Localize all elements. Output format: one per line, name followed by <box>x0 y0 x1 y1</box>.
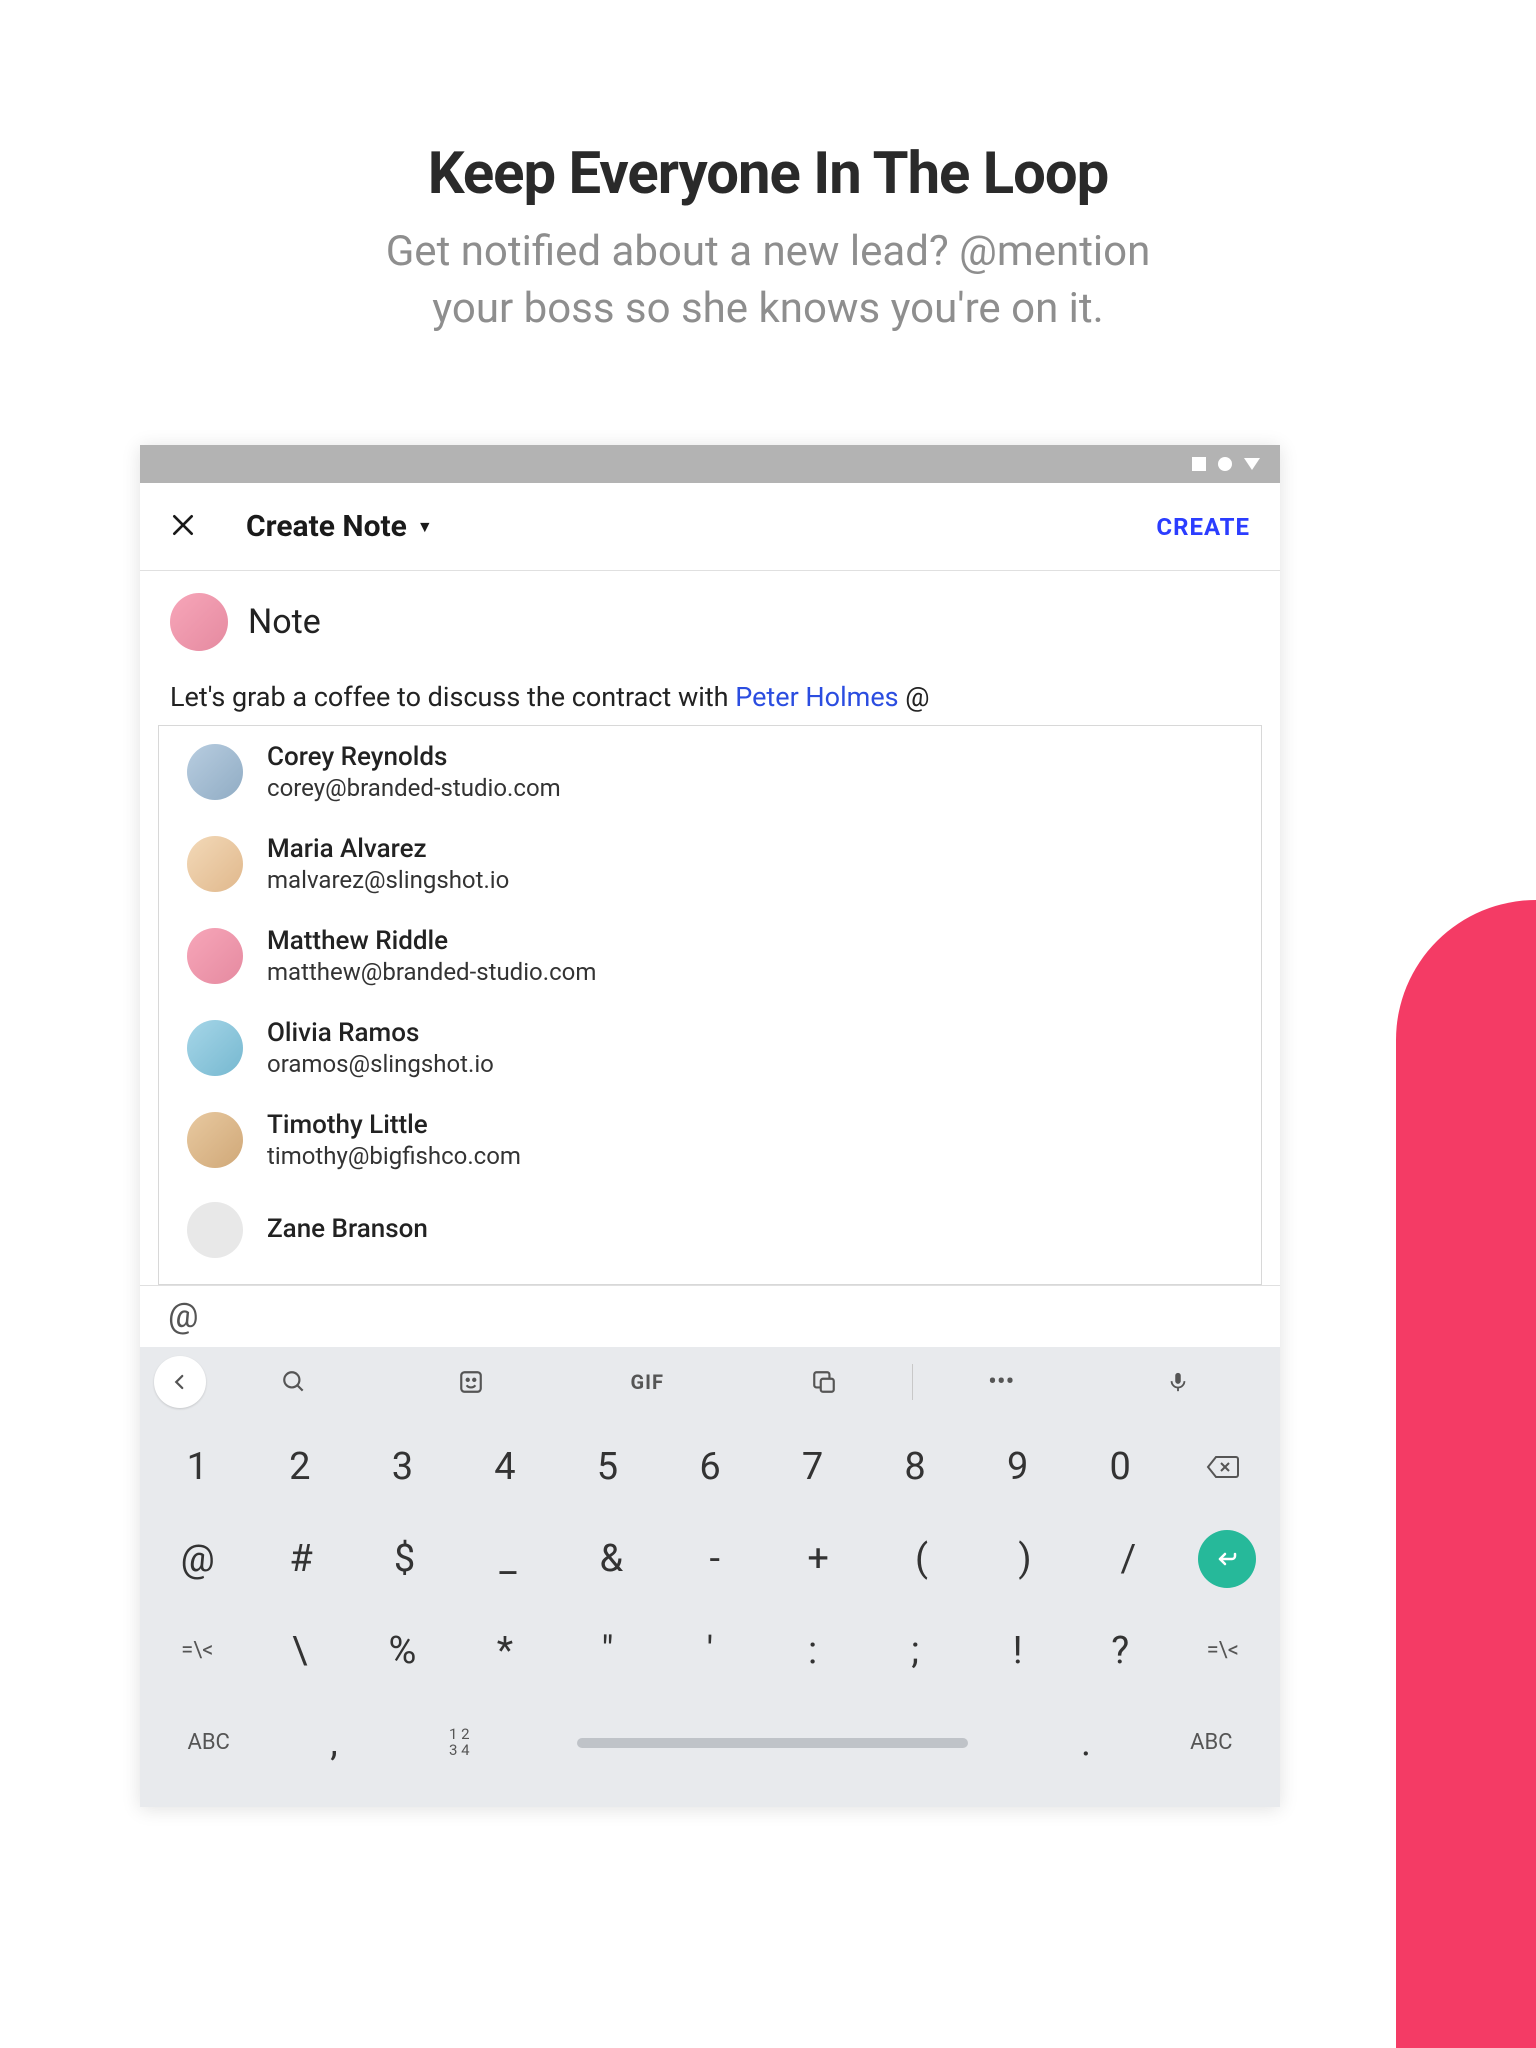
keyboard-row-3: =\< \ % * " ' : ; ! ? =\< <box>146 1609 1274 1693</box>
key-amp[interactable]: & <box>560 1517 663 1601</box>
enter-key[interactable] <box>1198 1530 1256 1588</box>
key-6[interactable]: 6 <box>659 1425 762 1509</box>
suggestion-item[interactable]: Timothy Little timothy@bigfishco.com <box>159 1094 1261 1186</box>
keyboard: GIF ••• 1 2 3 4 5 6 7 8 9 0 <box>140 1347 1280 1807</box>
note-text-after: @ <box>899 681 930 713</box>
gif-button[interactable]: GIF <box>559 1347 736 1417</box>
key-dot[interactable]: . <box>1023 1701 1148 1785</box>
keyboard-row-2: @ # $ _ & - + ( ) / <box>146 1517 1274 1601</box>
status-bar <box>140 445 1280 483</box>
suggestion-name: Olivia Ramos <box>267 1018 494 1048</box>
decorative-blob <box>1396 900 1536 2048</box>
status-triangle-icon <box>1244 458 1260 470</box>
key-plus[interactable]: + <box>766 1517 869 1601</box>
hero: Keep Everyone In The Loop Get notified a… <box>0 0 1536 337</box>
note-mention[interactable]: Peter Holmes <box>735 681 898 713</box>
key-4[interactable]: 4 <box>454 1425 557 1509</box>
key-7[interactable]: 7 <box>761 1425 864 1509</box>
key-squote[interactable]: ' <box>659 1609 762 1693</box>
key-5[interactable]: 5 <box>556 1425 659 1509</box>
key-percent[interactable]: % <box>351 1609 454 1693</box>
suggestion-name: Maria Alvarez <box>267 834 509 864</box>
suggestion-avatar <box>187 1020 243 1076</box>
key-minus[interactable]: - <box>663 1517 766 1601</box>
key-star[interactable]: * <box>454 1609 557 1693</box>
key-lparen[interactable]: ( <box>870 1517 973 1601</box>
key-at[interactable]: @ <box>146 1517 249 1601</box>
more-icon[interactable]: ••• <box>913 1347 1090 1417</box>
key-symswitch-right[interactable]: =\< <box>1171 1609 1274 1693</box>
author-avatar <box>170 593 228 651</box>
suggestion-name: Zane Branson <box>267 1214 428 1244</box>
suggestion-email: corey@branded-studio.com <box>267 774 561 802</box>
suggestion-avatar <box>187 928 243 984</box>
hero-title: Keep Everyone In The Loop <box>0 140 1536 208</box>
key-2[interactable]: 2 <box>249 1425 352 1509</box>
key-dollar[interactable]: $ <box>353 1517 456 1601</box>
key-8[interactable]: 8 <box>864 1425 967 1509</box>
key-rparen[interactable]: ) <box>973 1517 1076 1601</box>
translate-icon[interactable] <box>736 1347 913 1417</box>
key-slash[interactable]: / <box>1077 1517 1180 1601</box>
suggestion-name: Timothy Little <box>267 1110 521 1140</box>
key-3[interactable]: 3 <box>351 1425 454 1509</box>
key-9[interactable]: 9 <box>966 1425 1069 1509</box>
key-0[interactable]: 0 <box>1069 1425 1172 1509</box>
key-backslash[interactable]: \ <box>249 1609 352 1693</box>
suggestion-email: malvarez@slingshot.io <box>267 866 509 894</box>
status-square-icon <box>1192 457 1206 471</box>
suggestion-email: matthew@branded-studio.com <box>267 958 596 986</box>
suggestion-item[interactable]: Zane Branson <box>159 1186 1261 1274</box>
key-dquote[interactable]: " <box>556 1609 659 1693</box>
suggestion-email: timothy@bigfishco.com <box>267 1142 521 1170</box>
key-symswitch-left[interactable]: =\< <box>146 1609 249 1693</box>
keyboard-row-4: ABC , 1 2 3 4 . ABC <box>146 1701 1274 1785</box>
key-comma[interactable]: , <box>271 1701 396 1785</box>
key-abc-left[interactable]: ABC <box>146 1701 271 1785</box>
key-exclaim[interactable]: ! <box>966 1609 1069 1693</box>
note-textarea[interactable]: Let's grab a coffee to discuss the contr… <box>140 651 1280 717</box>
spacebar-key[interactable] <box>522 1701 1023 1785</box>
suggestion-avatar <box>187 1202 243 1258</box>
suggestion-item[interactable]: Corey Reynolds corey@branded-studio.com <box>159 726 1261 818</box>
chevron-down-icon[interactable]: ▼ <box>417 517 433 537</box>
key-1[interactable]: 1 <box>146 1425 249 1509</box>
keyboard-toolbar: GIF ••• <box>140 1347 1280 1417</box>
appbar-title[interactable]: Create Note <box>246 509 407 544</box>
key-colon[interactable]: : <box>761 1609 864 1693</box>
status-circle-icon <box>1218 457 1232 471</box>
key-underscore[interactable]: _ <box>456 1517 559 1601</box>
search-icon[interactable] <box>206 1347 383 1417</box>
note-section-label: Note <box>248 602 321 642</box>
keyboard-row-1: 1 2 3 4 5 6 7 8 9 0 <box>146 1425 1274 1509</box>
sticker-icon[interactable] <box>383 1347 560 1417</box>
key-numswitch[interactable]: 1 2 3 4 <box>397 1701 522 1785</box>
suggestion-text: @ <box>168 1296 199 1336</box>
mic-icon[interactable] <box>1090 1347 1267 1417</box>
hero-subtitle: Get notified about a new lead? @mention … <box>0 224 1536 337</box>
note-text: Let's grab a coffee to discuss the contr… <box>170 681 735 713</box>
suggestion-name: Corey Reynolds <box>267 742 561 772</box>
key-semicolon[interactable]: ; <box>864 1609 967 1693</box>
device-frame: Create Note ▼ CREATE Note Let's grab a c… <box>140 445 1280 1807</box>
close-icon[interactable] <box>170 508 196 546</box>
note-header: Note <box>140 571 1280 651</box>
app-bar: Create Note ▼ CREATE <box>140 483 1280 571</box>
key-hash[interactable]: # <box>249 1517 352 1601</box>
suggestion-item[interactable]: Matthew Riddle matthew@branded-studio.co… <box>159 910 1261 1002</box>
keyboard-suggestion-bar[interactable]: @ <box>140 1285 1280 1347</box>
suggestion-name: Matthew Riddle <box>267 926 596 956</box>
key-question[interactable]: ? <box>1069 1609 1172 1693</box>
suggestion-email: oramos@slingshot.io <box>267 1050 494 1078</box>
suggestion-avatar <box>187 744 243 800</box>
suggestion-item[interactable]: Olivia Ramos oramos@slingshot.io <box>159 1002 1261 1094</box>
suggestion-item[interactable]: Maria Alvarez malvarez@slingshot.io <box>159 818 1261 910</box>
keyboard-back-button[interactable] <box>154 1356 206 1408</box>
key-abc-right[interactable]: ABC <box>1149 1701 1274 1785</box>
suggestion-avatar <box>187 1112 243 1168</box>
backspace-key[interactable] <box>1171 1425 1274 1509</box>
suggestion-avatar <box>187 836 243 892</box>
create-button[interactable]: CREATE <box>1156 513 1250 541</box>
mention-suggestions: Corey Reynolds corey@branded-studio.com … <box>158 725 1262 1285</box>
